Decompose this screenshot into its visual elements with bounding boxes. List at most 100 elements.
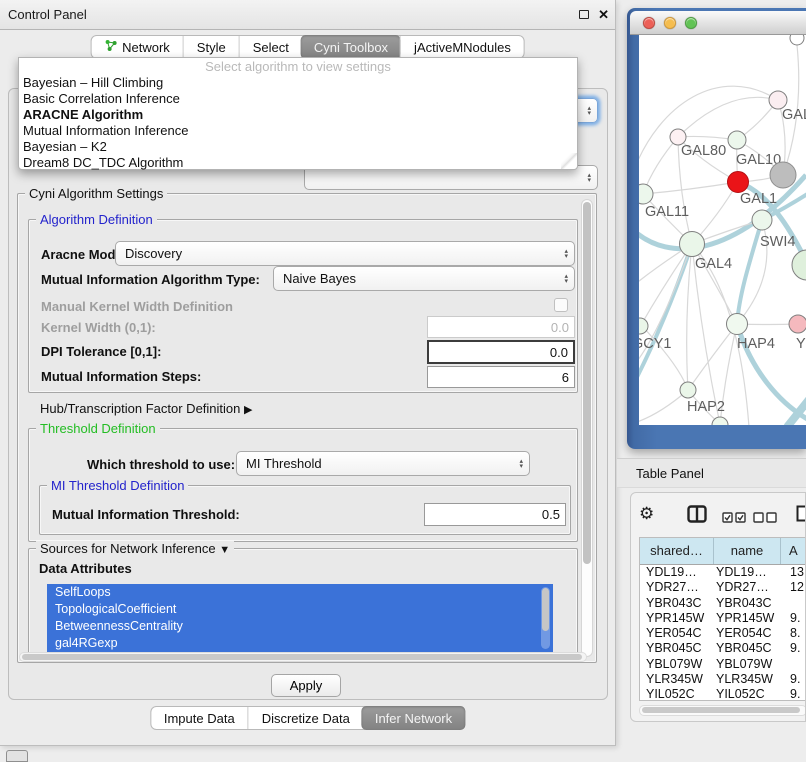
group-title: Cyni Algorithm Settings [25,186,167,201]
network-node[interactable] [789,315,806,333]
columns-icon[interactable] [687,505,707,528]
group-title: MI Threshold Definition [47,478,188,493]
table-row[interactable]: YBR045CYBR045C9. [640,641,806,656]
tab-network[interactable]: Network [91,36,183,58]
network-node-label: GCY1 [639,336,672,352]
table-cell: 13 [781,565,806,580]
manual-kernel-width-checkbox[interactable] [554,298,568,312]
table-row[interactable]: YER054CYER054C8. [640,626,806,641]
list-item[interactable]: BetweennessCentrality [47,618,553,635]
tab-infer-network[interactable]: Infer Network [362,706,465,730]
popup-item-basic-correlation[interactable]: Basic Correlation Inference [19,91,577,107]
table-row[interactable]: YIL052CYIL052C9. [640,687,806,701]
select-all-icon[interactable] [722,510,746,528]
tab-select[interactable]: Select [239,36,302,58]
network-node-label: GAL80 [681,143,726,159]
hub-transcription-factor-expander[interactable]: Hub/Transcription Factor Definition ▶ [40,401,252,416]
close-traffic-light[interactable] [643,17,655,29]
list-vertical-scrollbar[interactable] [541,587,550,649]
popup-item-bayesian-hill-climbing[interactable]: Bayesian – Hill Climbing [19,75,577,91]
tab-impute-data[interactable]: Impute Data [151,707,248,729]
float-window-icon[interactable] [579,10,589,19]
column-header-name[interactable]: name [714,538,781,564]
table-cell: 9. [781,611,806,626]
list-item[interactable]: TopologicalCoefficient [47,601,553,618]
gear-icon[interactable]: ⚙ [639,501,654,527]
apply-button[interactable]: Apply [271,674,341,697]
popup-item-mutual-information[interactable]: Mutual Information Inference [19,123,577,139]
kernel-width-field[interactable] [427,316,575,338]
new-table-icon[interactable] [796,505,806,527]
table-row[interactable]: YLR345WYLR345W9. [640,672,806,687]
network-edge[interactable] [643,182,738,194]
table-header: shared… name A [640,538,806,565]
scrollbar-thumb[interactable] [642,707,800,713]
mi-threshold-field[interactable] [424,503,566,526]
list-item[interactable]: SelfLoops [47,584,553,601]
table-row[interactable]: YPR145WYPR145W9. [640,611,806,626]
network-node[interactable] [770,162,796,188]
list-item[interactable]: gal4RGexp [47,635,553,652]
settings-horizontal-scrollbar[interactable] [19,652,587,662]
network-node-label: HAP4 [737,336,775,352]
popup-item-dream8[interactable]: Dream8 DC_TDC Algorithm [19,155,577,171]
network-edge[interactable] [639,390,688,423]
mi-steps-field[interactable] [427,366,575,388]
algorithm-selection-popup: Select algorithm to view settings Bayesi… [18,57,578,170]
group-title: Threshold Definition [36,421,160,436]
scrollbar-thumb[interactable] [583,202,591,564]
settings-vertical-scrollbar[interactable] [581,199,593,657]
network-node[interactable] [680,232,705,257]
tab-discretize-data[interactable]: Discretize Data [248,707,363,729]
network-edge[interactable] [687,244,692,390]
scrollbar-thumb[interactable] [22,654,582,660]
network-node[interactable] [752,210,772,230]
network-node[interactable] [790,35,804,45]
dpi-tolerance-field[interactable] [427,340,575,364]
mi-algorithm-type-combobox[interactable]: Naive Bayes ▴▾ [273,266,575,291]
table-row[interactable]: YDR27…YDR27…12 [640,580,806,595]
network-node[interactable] [728,131,746,149]
table-row[interactable]: YBR043CYBR043C [640,596,806,611]
column-header-shared-name[interactable]: shared… [640,538,714,564]
network-window-titlebar[interactable] [630,11,806,35]
network-node[interactable] [727,314,748,335]
combo-arrows-icon: ▴▾ [587,173,591,183]
minimized-panel-button[interactable] [6,750,28,762]
deselect-all-icon[interactable] [753,510,777,528]
table-cell: YBL079W [714,657,781,672]
aracne-mode-combobox[interactable]: Discovery ▴▾ [115,241,575,266]
table-horizontal-scrollbar[interactable] [639,705,806,716]
network-canvas[interactable]: GALGAL80GAL10GAL1GAL11SWI4GAL4GCY1HAP4YH… [639,35,806,425]
network-edge[interactable] [787,397,806,425]
table-cell: YER054C [640,626,714,641]
tab-label: Cyni Toolbox [314,40,388,55]
scrollbar-thumb[interactable] [542,588,549,631]
network-node-label: SWI4 [760,234,795,250]
table-cell: YBR045C [714,641,781,656]
zoom-traffic-light[interactable] [685,17,697,29]
table-row[interactable]: YDL19…YDL19…13 [640,565,806,580]
tab-cyni-toolbox[interactable]: Cyni Toolbox [301,35,401,59]
tab-style[interactable]: Style [183,36,239,58]
table-row[interactable]: YBL079WYBL079W [640,657,806,672]
column-header-partial[interactable]: A [781,538,806,564]
expanded-arrow-icon[interactable]: ▼ [219,544,230,556]
tab-jactivemnodules[interactable]: jActiveMNodules [400,36,524,58]
network-node[interactable] [639,184,653,204]
close-icon[interactable]: ✕ [598,7,609,23]
table-cell: YBL079W [640,657,714,672]
combo-arrows-icon: ▴▾ [587,106,591,116]
popup-item-aracne[interactable]: ARACNE Algorithm [19,107,577,123]
network-node[interactable] [728,172,749,193]
which-threshold-combobox[interactable]: MI Threshold ▴▾ [236,451,530,476]
popup-item-bayesian-k2[interactable]: Bayesian – K2 [19,139,577,155]
panel-title: Table Panel [636,459,704,489]
network-node[interactable] [792,250,806,280]
data-attributes-list[interactable]: SelfLoops TopologicalCoefficient Between… [47,584,553,652]
network-view-window[interactable]: GALGAL80GAL10GAL1GAL11SWI4GAL4GCY1HAP4YH… [627,8,806,449]
minimize-traffic-light[interactable] [664,17,676,29]
network-node[interactable] [680,382,696,398]
tab-label: Impute Data [164,711,235,726]
network-edge[interactable] [737,220,762,324]
